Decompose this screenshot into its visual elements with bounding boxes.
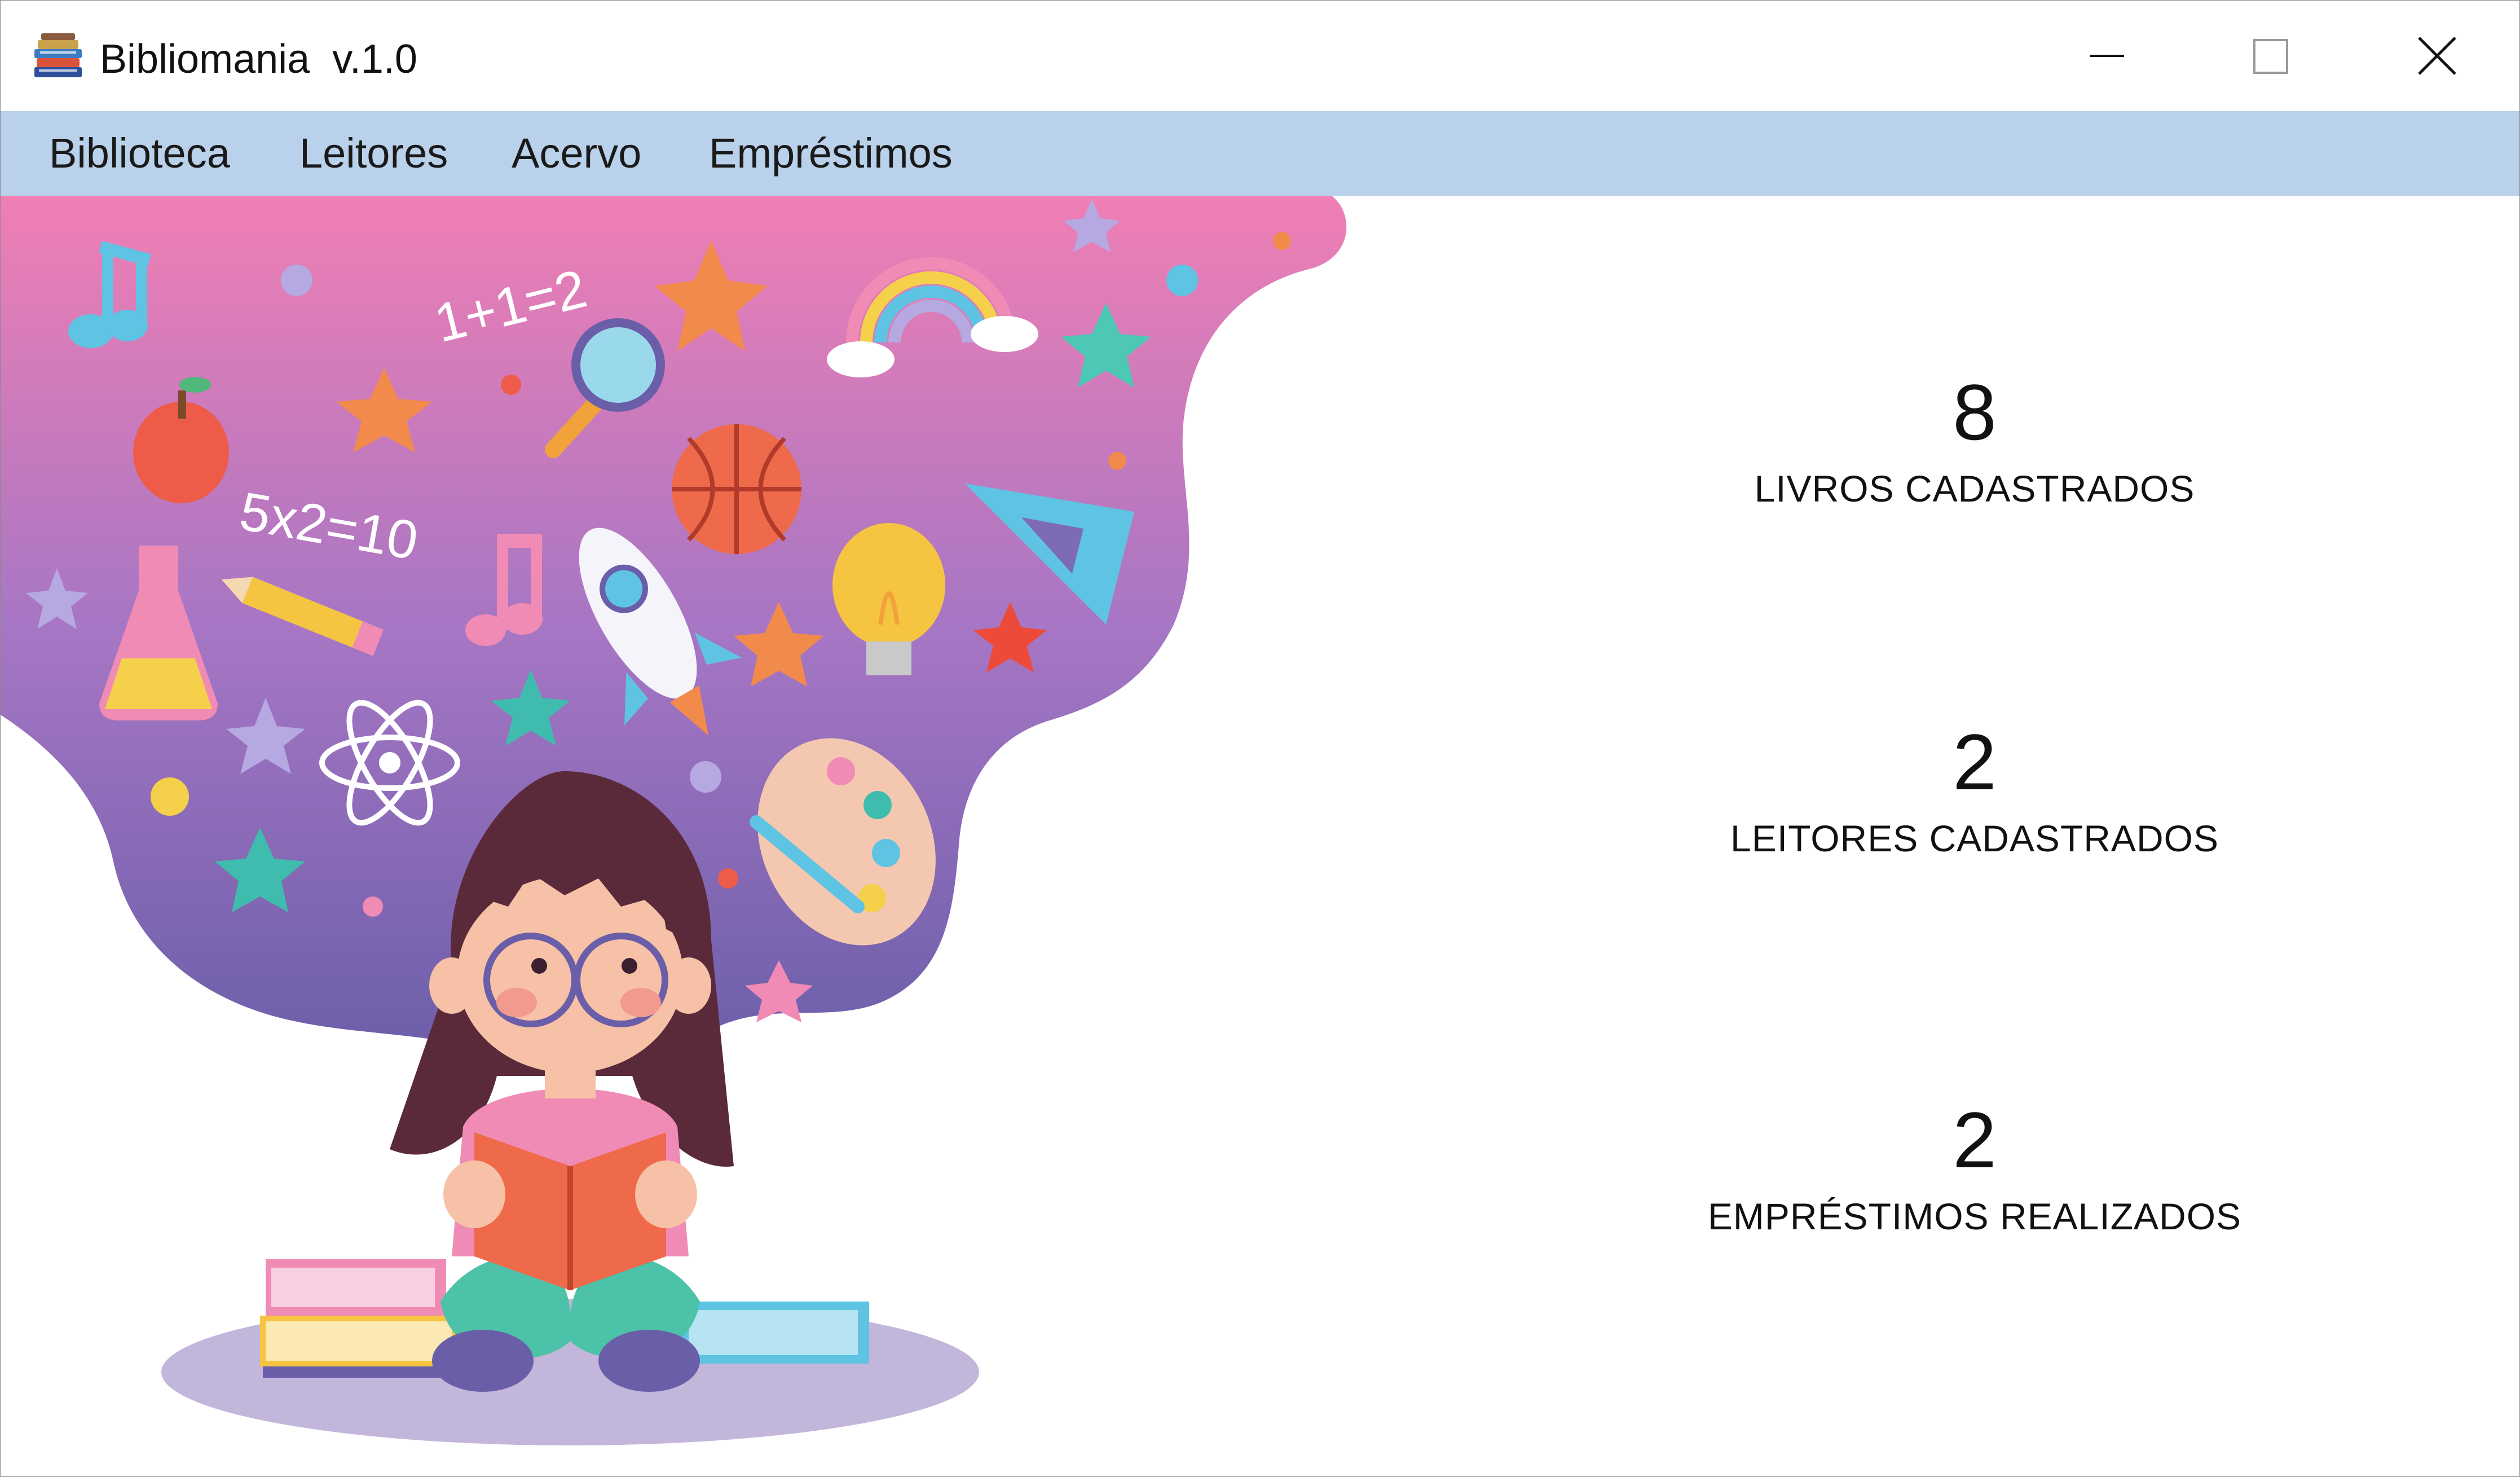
maximize-button[interactable] (2189, 1, 2352, 111)
stat-leitores: 2 LEITORES CADASTRADOS (1591, 717, 2358, 864)
menu-bar: Biblioteca Leitores Acervo Empréstimos (1, 111, 2519, 196)
livros-count: 8 (1953, 368, 1997, 456)
menu-leitores[interactable]: Leitores (298, 111, 449, 196)
app-window: Bibliomania v.1.0 Biblioteca Leitores Ac… (0, 0, 2520, 1477)
menu-emprestimos[interactable]: Empréstimos (708, 111, 954, 196)
minimize-icon (2090, 55, 2124, 57)
books-stack-icon (34, 33, 82, 77)
emprestimos-count: 2 (1953, 1096, 1997, 1184)
books-stack-right (683, 1302, 869, 1364)
close-icon (2418, 37, 2456, 75)
livros-label: LIVROS CADASTRADOS (1754, 468, 2195, 509)
maximize-icon (2253, 39, 2288, 74)
stat-livros: 8 LIVROS CADASTRADOS (1591, 367, 2358, 514)
stat-emprestimos: 2 EMPRÉSTIMOS REALIZADOS (1591, 1095, 2358, 1242)
window-title: Bibliomania v.1.0 (100, 37, 417, 82)
title-bar[interactable]: Bibliomania v.1.0 (1, 1, 2519, 111)
girl-reading-illustration: 1+1=2 5x2=10 (1, 196, 1347, 1445)
minimize-button[interactable] (2025, 1, 2189, 111)
menu-biblioteca[interactable]: Biblioteca (48, 111, 231, 196)
menu-acervo[interactable]: Acervo (510, 111, 642, 196)
leitores-count: 2 (1953, 718, 1997, 806)
basketball-icon (672, 424, 801, 554)
leitores-label: LEITORES CADASTRADOS (1730, 817, 2219, 859)
emprestimos-label: EMPRÉSTIMOS REALIZADOS (1707, 1195, 2242, 1237)
close-button[interactable] (2354, 1, 2517, 111)
